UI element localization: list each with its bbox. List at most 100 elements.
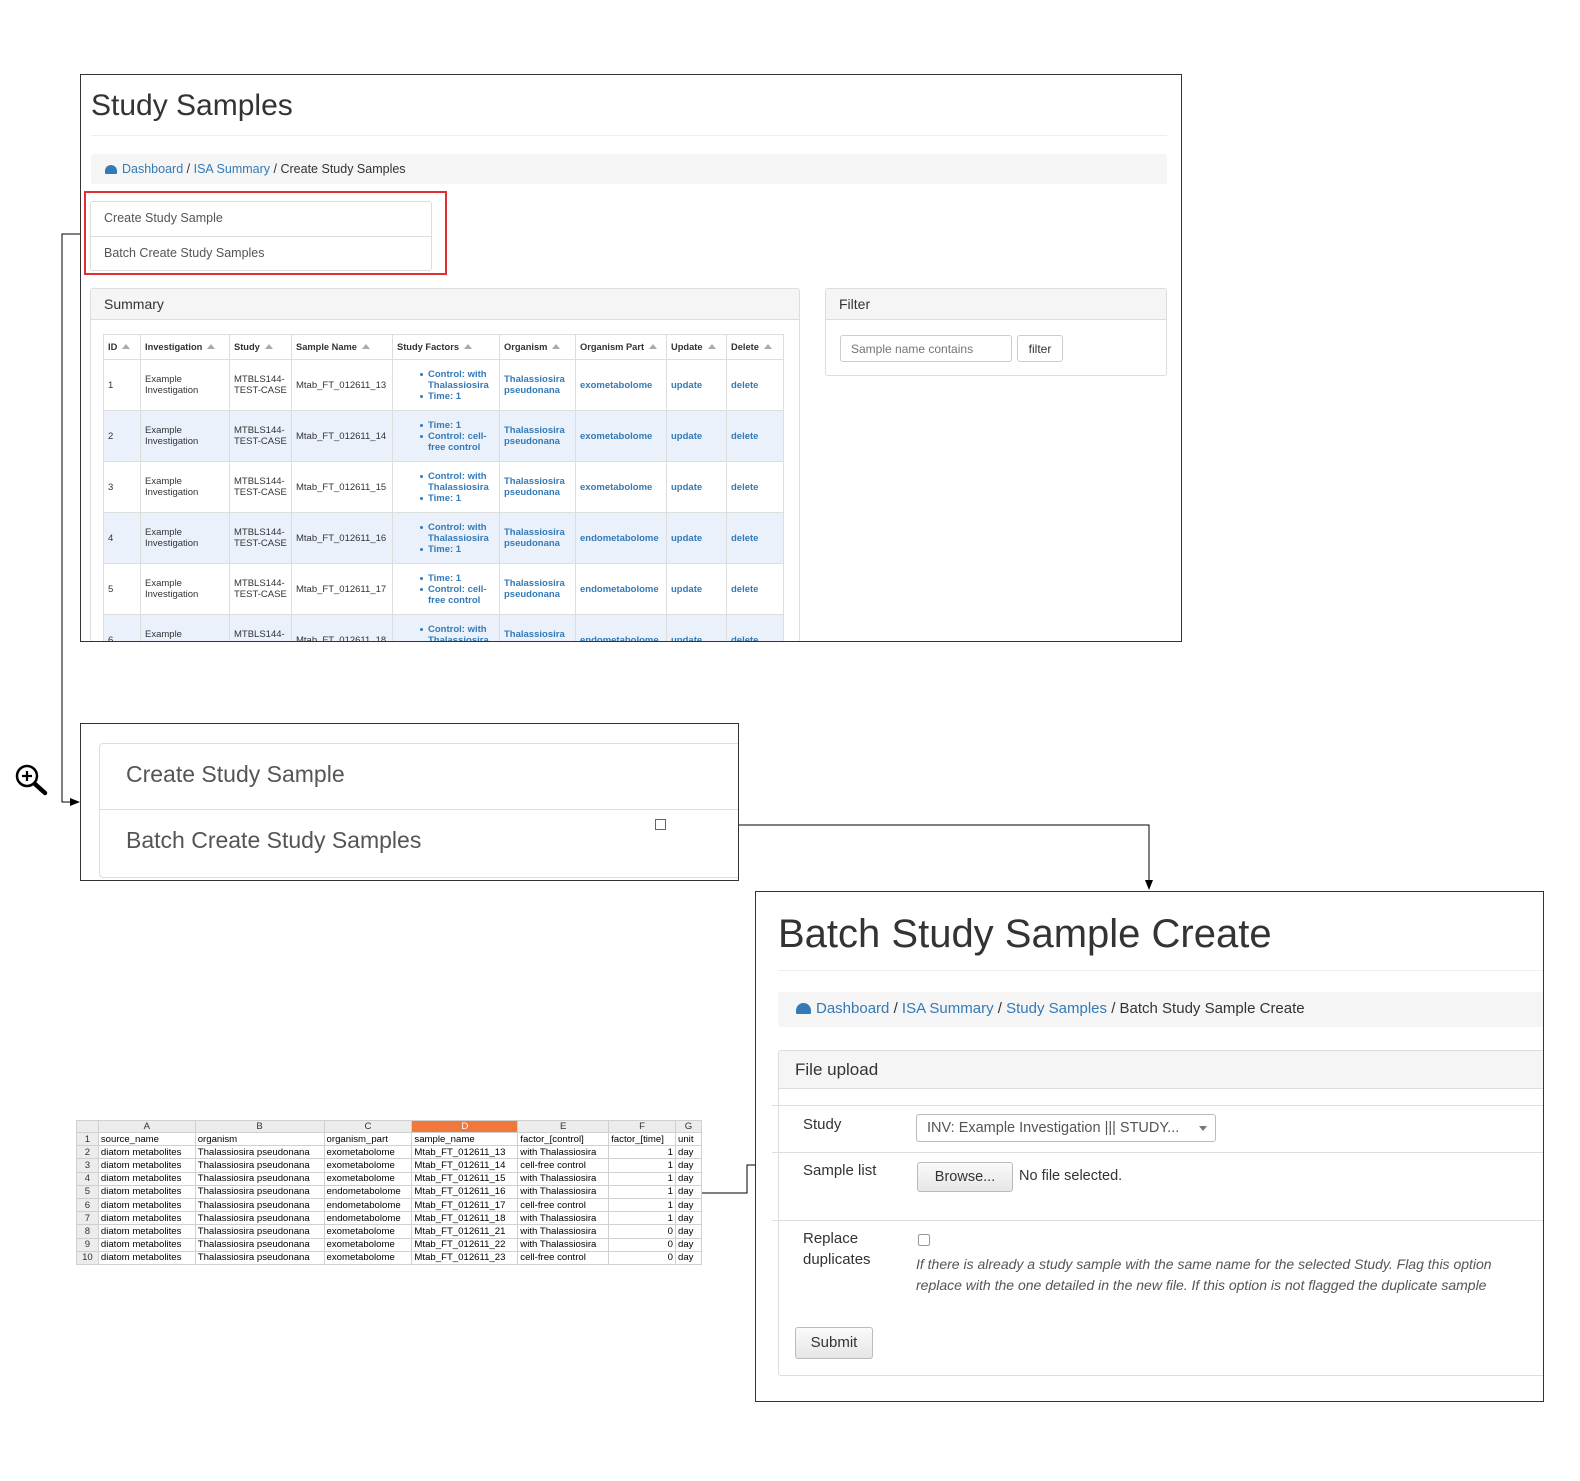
sheet-cell[interactable]: factor_[control] bbox=[517, 1131, 610, 1147]
sample-name-filter-input[interactable] bbox=[840, 335, 1012, 362]
sheet-cell[interactable]: Mtab_FT_012611_17 bbox=[411, 1197, 519, 1213]
sheet-cell[interactable]: 1 bbox=[608, 1158, 677, 1173]
sheet-cell[interactable]: Thalassiosira pseudonana bbox=[194, 1197, 325, 1213]
sheet-column-letter[interactable]: G bbox=[675, 1120, 702, 1133]
factor-link[interactable]: Control: cell-free control bbox=[394, 584, 496, 606]
sheet-cell[interactable]: with Thalassiosira bbox=[517, 1171, 610, 1186]
sheet-cell[interactable]: 1 bbox=[608, 1145, 677, 1160]
update-link[interactable]: update bbox=[666, 410, 727, 462]
sheet-cell[interactable]: diatom metabolites bbox=[97, 1171, 196, 1186]
sheet-cell[interactable]: Thalassiosira pseudonana bbox=[194, 1145, 325, 1160]
sheet-cell[interactable]: organism bbox=[194, 1131, 325, 1147]
column-header[interactable]: Update bbox=[666, 334, 727, 360]
sheet-cell[interactable]: day bbox=[675, 1171, 702, 1186]
update-link[interactable]: update bbox=[666, 563, 727, 615]
column-header[interactable]: Sample Name bbox=[291, 334, 393, 360]
sheet-cell[interactable]: Mtab_FT_012611_18 bbox=[411, 1211, 519, 1226]
organism-link[interactable]: Thalassiosira pseudonana bbox=[499, 359, 576, 411]
factor-link[interactable]: Time: 1 bbox=[394, 420, 496, 431]
sheet-column-letter[interactable]: F bbox=[608, 1120, 677, 1133]
organism-link[interactable]: Thalassiosira pseudonana bbox=[499, 563, 576, 615]
sheet-column-letter[interactable]: A bbox=[97, 1120, 196, 1133]
breadcrumb-dashboard[interactable]: Dashboard bbox=[122, 162, 183, 176]
sheet-cell[interactable]: Thalassiosira pseudonana bbox=[194, 1158, 325, 1173]
sheet-cell[interactable]: cell-free control bbox=[517, 1250, 610, 1265]
delete-link[interactable]: delete bbox=[726, 512, 784, 564]
sheet-cell[interactable]: diatom metabolites bbox=[97, 1237, 196, 1252]
factor-link[interactable]: Time: 1 bbox=[394, 573, 496, 584]
sheet-cell[interactable]: source_name bbox=[97, 1131, 196, 1147]
update-link[interactable]: update bbox=[666, 461, 727, 513]
sheet-cell[interactable]: diatom metabolites bbox=[97, 1197, 196, 1213]
sheet-cell[interactable]: day bbox=[675, 1237, 702, 1252]
sheet-cell[interactable]: with Thalassiosira bbox=[517, 1211, 610, 1226]
sheet-cell[interactable]: Thalassiosira pseudonana bbox=[194, 1211, 325, 1226]
organism-part-link[interactable]: endometabolome bbox=[575, 512, 667, 564]
sheet-cell[interactable]: exometabolome bbox=[323, 1158, 413, 1173]
sheet-cell[interactable]: day bbox=[675, 1224, 702, 1239]
factor-link[interactable]: Control: with Thalassiosira bbox=[394, 522, 496, 544]
organism-link[interactable]: Thalassiosira pseudonana bbox=[499, 461, 576, 513]
sheet-cell[interactable]: Thalassiosira pseudonana bbox=[194, 1224, 325, 1239]
submit-button[interactable]: Submit bbox=[795, 1327, 873, 1359]
sheet-cell[interactable]: day bbox=[675, 1250, 702, 1265]
organism-part-link[interactable]: exometabolome bbox=[575, 359, 667, 411]
sheet-cell[interactable]: day bbox=[675, 1158, 702, 1173]
sheet-cell[interactable]: endometabolome bbox=[323, 1184, 413, 1199]
factor-link[interactable]: Control: cell-free control bbox=[394, 431, 496, 453]
replace-duplicates-checkbox[interactable] bbox=[918, 1234, 930, 1246]
sheet-cell[interactable]: exometabolome bbox=[323, 1224, 413, 1239]
sheet-cell[interactable]: exometabolome bbox=[323, 1145, 413, 1160]
column-header[interactable]: Investigation bbox=[140, 334, 230, 360]
column-header[interactable]: Organism bbox=[499, 334, 576, 360]
column-header[interactable]: Delete bbox=[726, 334, 784, 360]
update-link[interactable]: update bbox=[666, 512, 727, 564]
update-link[interactable]: update bbox=[666, 359, 727, 411]
zoom-menu-create-study-sample[interactable]: Create Study Sample bbox=[100, 744, 738, 810]
sheet-cell[interactable]: exometabolome bbox=[323, 1237, 413, 1252]
sheet-cell[interactable]: 1 bbox=[608, 1211, 677, 1226]
sheet-cell[interactable]: unit bbox=[675, 1131, 702, 1147]
sheet-cell[interactable]: cell-free control bbox=[517, 1158, 610, 1173]
sheet-cell[interactable]: 0 bbox=[608, 1237, 677, 1252]
column-header[interactable]: Study Factors bbox=[392, 334, 500, 360]
breadcrumb-dashboard[interactable]: Dashboard bbox=[816, 1000, 889, 1017]
sheet-cell[interactable]: day bbox=[675, 1145, 702, 1160]
delete-link[interactable]: delete bbox=[726, 563, 784, 615]
sheet-cell[interactable]: day bbox=[675, 1197, 702, 1213]
sheet-cell[interactable]: organism_part bbox=[323, 1131, 413, 1147]
breadcrumb-isa-summary[interactable]: ISA Summary bbox=[902, 1000, 994, 1017]
breadcrumb-study-samples[interactable]: Study Samples bbox=[1006, 1000, 1107, 1017]
delete-link[interactable]: delete bbox=[726, 461, 784, 513]
sheet-cell[interactable]: endometabolome bbox=[323, 1211, 413, 1226]
sheet-cell[interactable]: Mtab_FT_012611_16 bbox=[411, 1184, 519, 1199]
sheet-cell[interactable]: with Thalassiosira bbox=[517, 1184, 610, 1199]
sheet-cell[interactable]: 1 bbox=[608, 1197, 677, 1213]
menu-batch-create-study-samples[interactable]: Batch Create Study Samples bbox=[91, 237, 431, 272]
sheet-column-letter[interactable]: E bbox=[517, 1120, 610, 1133]
sheet-cell[interactable]: Thalassiosira pseudonana bbox=[194, 1184, 325, 1199]
sheet-cell[interactable]: diatom metabolites bbox=[97, 1145, 196, 1160]
sheet-cell[interactable]: exometabolome bbox=[323, 1171, 413, 1186]
factor-link[interactable]: Time: 1 bbox=[394, 544, 496, 555]
zoom-menu-batch-create-study-samples[interactable]: Batch Create Study Samples bbox=[100, 810, 738, 876]
organism-part-link[interactable]: exometabolome bbox=[575, 410, 667, 462]
sheet-cell[interactable]: 0 bbox=[608, 1224, 677, 1239]
menu-create-study-sample[interactable]: Create Study Sample bbox=[91, 202, 431, 237]
sheet-cell[interactable]: with Thalassiosira bbox=[517, 1224, 610, 1239]
sheet-cell[interactable]: 0 bbox=[608, 1250, 677, 1265]
sheet-cell[interactable]: day bbox=[675, 1184, 702, 1199]
sheet-cell[interactable]: Mtab_FT_012611_22 bbox=[411, 1237, 519, 1252]
organism-link[interactable]: Thalassiosira pseudonana bbox=[499, 410, 576, 462]
sheet-cell[interactable]: Thalassiosira pseudonana bbox=[194, 1171, 325, 1186]
sheet-cell[interactable]: diatom metabolites bbox=[97, 1211, 196, 1226]
sheet-cell[interactable]: sample_name bbox=[411, 1131, 519, 1147]
column-header[interactable]: Organism Part bbox=[575, 334, 667, 360]
sheet-cell[interactable]: Mtab_FT_012611_21 bbox=[411, 1224, 519, 1239]
sheet-cell[interactable]: endometabolome bbox=[323, 1197, 413, 1213]
sheet-cell[interactable]: with Thalassiosira bbox=[517, 1237, 610, 1252]
factor-link[interactable]: Time: 1 bbox=[394, 493, 496, 504]
sheet-cell[interactable]: Mtab_FT_012611_15 bbox=[411, 1171, 519, 1186]
sheet-cell[interactable]: Mtab_FT_012611_13 bbox=[411, 1145, 519, 1160]
sheet-cell[interactable]: 1 bbox=[608, 1171, 677, 1186]
